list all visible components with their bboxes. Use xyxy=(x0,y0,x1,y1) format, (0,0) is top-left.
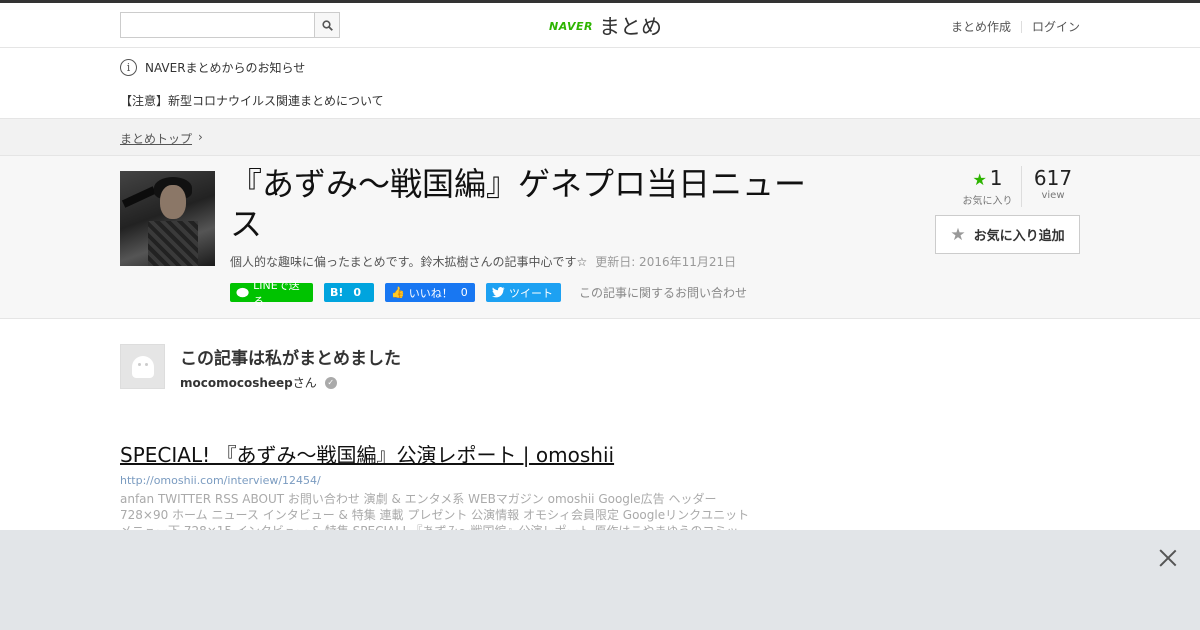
chevron-right-icon: › xyxy=(198,130,203,144)
facebook-like-button[interactable]: 👍 いいね！ 0 xyxy=(385,283,475,302)
article-header: 『あずみ～戦国編』ゲネプロ当日ニュース 個人的な趣味に偏ったまとめです。鈴木拡樹… xyxy=(0,156,1200,319)
notice-area: i NAVERまとめからのお知らせ 【注意】新型コロナウイルス関連まとめについて xyxy=(0,48,1200,118)
ad-overlay xyxy=(0,530,1200,630)
favorites-stat: ★ 1 お気に入り xyxy=(962,166,1022,207)
link-url[interactable]: http://omoshii.com/interview/12454/ xyxy=(120,474,760,487)
article-title: 『あずみ～戦国編』ゲネプロ当日ニュース xyxy=(230,165,807,243)
logo-brand: NAVER xyxy=(549,19,593,33)
line-icon xyxy=(236,287,249,297)
add-favorite-button[interactable]: ★ お気に入り追加 xyxy=(935,215,1080,254)
line-share-label: LINEで送る xyxy=(253,278,300,308)
thumbs-up-icon: 👍 xyxy=(391,286,405,299)
article-description-row: 個人的な趣味に偏ったまとめです。鈴木拡樹さんの記事中心です☆ 更新日: 2016年… xyxy=(230,253,736,270)
author-section: この記事は私がまとめました mocomocosheep さん ✓ xyxy=(120,344,401,390)
search-button[interactable] xyxy=(314,13,339,37)
breadcrumb-top-link[interactable]: まとめトップ xyxy=(120,130,192,147)
hatena-count: 0 xyxy=(353,286,362,299)
close-icon[interactable] xyxy=(1155,545,1180,570)
twitter-bird-icon xyxy=(492,287,505,298)
notice-item-link[interactable]: 【注意】新型コロナウイルス関連まとめについて xyxy=(120,92,384,109)
views-count: 617 xyxy=(1033,166,1073,190)
like-count: 0 xyxy=(460,286,468,299)
naver-matome-logo[interactable]: NAVER まとめ xyxy=(549,11,662,41)
tweet-label: ツイート xyxy=(509,286,553,300)
article-description: 個人的な趣味に偏ったまとめです。鈴木拡樹さんの記事中心です☆ xyxy=(230,255,588,269)
favorites-label: お気に入り xyxy=(962,196,1013,207)
notice-heading: i NAVERまとめからのお知らせ xyxy=(120,59,305,76)
link-title[interactable]: SPECIAL! 『あずみ〜戦国編』公演レポート | omoshii xyxy=(120,439,760,468)
article-stats: ★ 1 お気に入り 617 view xyxy=(962,166,1084,207)
add-favorite-label: お気に入り追加 xyxy=(973,229,1065,244)
views-label: view xyxy=(1041,190,1065,201)
header-nav: まとめ作成 ログイン xyxy=(951,18,1080,35)
hatena-bookmark-button[interactable]: B! 0 xyxy=(324,283,374,302)
info-icon: i xyxy=(120,59,137,76)
breadcrumb: まとめトップ › xyxy=(0,118,1200,156)
author-name-row: mocomocosheep さん ✓ xyxy=(180,374,337,391)
inquiry-link[interactable]: この記事に関するお問い合わせ xyxy=(579,284,747,301)
star-icon: ★ xyxy=(972,170,987,189)
favorites-count: 1 xyxy=(989,166,1003,190)
header: NAVER まとめ まとめ作成 ログイン xyxy=(0,3,1200,48)
line-share-button[interactable]: LINEで送る xyxy=(230,279,313,308)
tweet-button[interactable]: ツイート xyxy=(486,283,561,302)
views-stat: 617 view xyxy=(1022,166,1084,207)
author-suffix: さん xyxy=(292,376,317,390)
author-heading: この記事は私がまとめました xyxy=(180,349,401,369)
updated-date: 更新日: 2016年11月21日 xyxy=(595,255,737,269)
share-buttons: LINEで送る B! 0 👍 いいね！ 0 ツイート この記事に関するお問い合わ… xyxy=(230,279,747,308)
search-box xyxy=(120,12,340,38)
verified-check-icon: ✓ xyxy=(324,376,337,389)
author-name[interactable]: mocomocosheep xyxy=(180,376,293,390)
avatar[interactable] xyxy=(120,344,165,389)
search-input[interactable] xyxy=(121,13,314,37)
article-thumbnail[interactable] xyxy=(120,171,215,266)
notice-title: NAVERまとめからのお知らせ xyxy=(145,61,306,75)
nav-divider xyxy=(1020,20,1022,33)
login-link[interactable]: ログイン xyxy=(1032,18,1080,35)
star-icon: ★ xyxy=(950,224,966,245)
hatena-icon: B! xyxy=(330,286,344,299)
link-card: SPECIAL! 『あずみ〜戦国編』公演レポート | omoshii http:… xyxy=(120,439,760,539)
search-icon xyxy=(321,19,333,31)
logo-text: まとめ xyxy=(598,15,662,39)
like-label: いいね！ xyxy=(408,286,453,300)
default-avatar-icon xyxy=(131,355,154,378)
create-matome-link[interactable]: まとめ作成 xyxy=(951,18,1011,35)
